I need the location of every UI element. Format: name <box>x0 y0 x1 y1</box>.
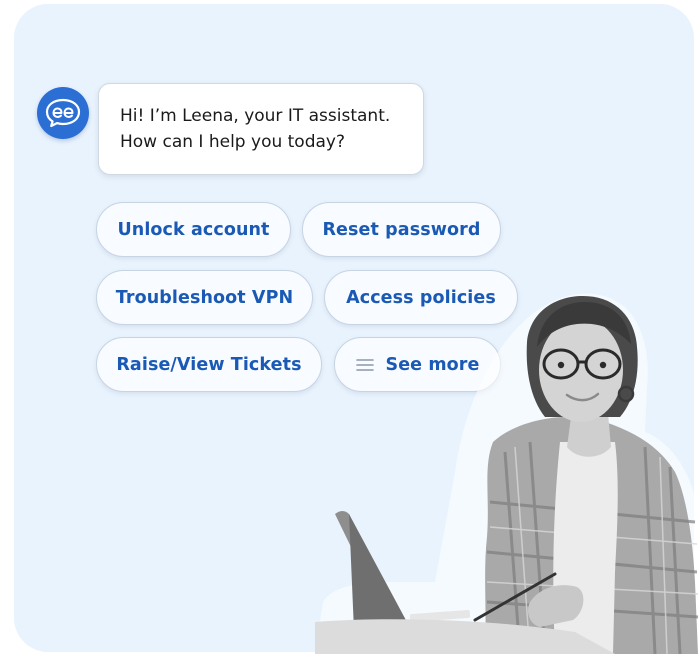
quick-reply-reset-password[interactable]: Reset password <box>302 202 501 257</box>
quick-reply-raise-view-tickets[interactable]: Raise/View Tickets <box>96 337 322 392</box>
quick-reply-troubleshoot-vpn[interactable]: Troubleshoot VPN <box>96 270 313 325</box>
quick-reply-label: Raise/View Tickets <box>116 354 302 375</box>
assistant-message-bubble: Hi! I’m Leena, your IT assistant. How ca… <box>98 83 424 175</box>
quick-reply-label: Unlock account <box>117 219 270 240</box>
quick-reply-label: Reset password <box>322 219 481 240</box>
quick-reply-label: Troubleshoot VPN <box>115 287 294 308</box>
assistant-message-line-2: How can I help you today? <box>120 132 346 152</box>
assistant-avatar <box>37 87 89 139</box>
quick-reply-unlock-account[interactable]: Unlock account <box>96 202 291 257</box>
chat-bubble-logo-icon <box>45 98 81 128</box>
assistant-portrait-image <box>315 293 698 654</box>
assistant-message-line-1: Hi! I’m Leena, your IT assistant. <box>120 106 391 126</box>
